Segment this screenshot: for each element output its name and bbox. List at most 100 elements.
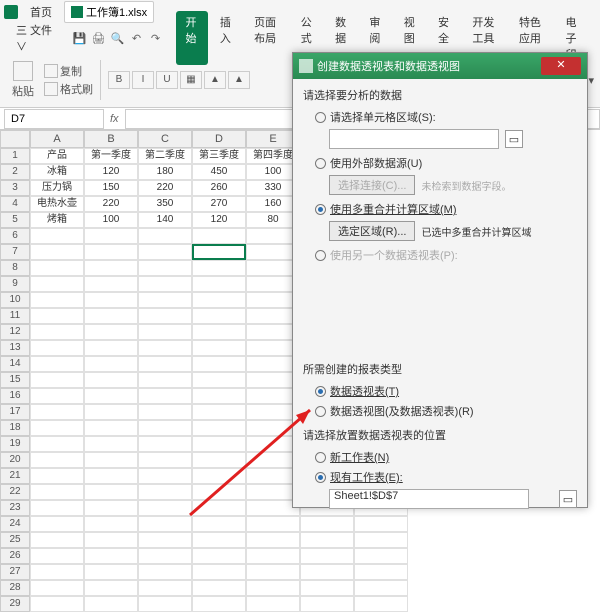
cell[interactable] bbox=[138, 228, 192, 244]
cell[interactable] bbox=[138, 404, 192, 420]
cell[interactable] bbox=[138, 436, 192, 452]
cell[interactable]: 压力锅 bbox=[30, 180, 84, 196]
tab-insert[interactable]: 插入 bbox=[210, 11, 242, 65]
dialog-titlebar[interactable]: 创建数据透视表和数据透视图 ✕ bbox=[293, 53, 587, 79]
cell[interactable] bbox=[138, 564, 192, 580]
underline-button[interactable]: U bbox=[156, 71, 178, 89]
cell[interactable] bbox=[30, 276, 84, 292]
cell[interactable]: 120 bbox=[192, 212, 246, 228]
cell[interactable] bbox=[84, 244, 138, 260]
location-input[interactable]: Sheet1!$D$7 bbox=[329, 489, 529, 509]
opt-external[interactable]: 使用外部数据源(U) bbox=[315, 155, 577, 171]
cell[interactable]: 烤箱 bbox=[30, 212, 84, 228]
row-header[interactable]: 11 bbox=[0, 308, 30, 324]
cell[interactable] bbox=[246, 580, 300, 596]
cell[interactable] bbox=[192, 276, 246, 292]
cell[interactable] bbox=[30, 308, 84, 324]
cell[interactable] bbox=[138, 484, 192, 500]
row-header[interactable]: 24 bbox=[0, 516, 30, 532]
cell[interactable] bbox=[30, 356, 84, 372]
cell[interactable] bbox=[354, 596, 408, 612]
cell[interactable] bbox=[30, 532, 84, 548]
bold-button[interactable]: B bbox=[108, 71, 130, 89]
cell[interactable] bbox=[192, 548, 246, 564]
row-header[interactable]: 3 bbox=[0, 180, 30, 196]
row-header[interactable]: 16 bbox=[0, 388, 30, 404]
cell[interactable]: 260 bbox=[192, 180, 246, 196]
cell[interactable] bbox=[138, 580, 192, 596]
cell[interactable] bbox=[192, 356, 246, 372]
name-box[interactable]: D7 bbox=[4, 109, 104, 129]
cell[interactable] bbox=[84, 292, 138, 308]
cell[interactable]: 220 bbox=[84, 196, 138, 212]
opt-multi[interactable]: 使用多重合并计算区域(M) bbox=[315, 201, 577, 217]
select-area-button[interactable]: 选定区域(R)... bbox=[329, 221, 415, 241]
fx-icon[interactable]: fx bbox=[110, 113, 119, 125]
range-picker-icon[interactable]: ▭ bbox=[505, 130, 523, 148]
cell[interactable] bbox=[246, 548, 300, 564]
cell[interactable] bbox=[84, 516, 138, 532]
cell[interactable]: 150 bbox=[84, 180, 138, 196]
cell[interactable] bbox=[192, 532, 246, 548]
cell[interactable] bbox=[138, 292, 192, 308]
cell[interactable] bbox=[246, 516, 300, 532]
cell[interactable] bbox=[84, 356, 138, 372]
cell[interactable] bbox=[84, 420, 138, 436]
cell[interactable] bbox=[30, 292, 84, 308]
cell[interactable] bbox=[84, 468, 138, 484]
row-header[interactable]: 20 bbox=[0, 452, 30, 468]
redo-icon[interactable]: ↷ bbox=[148, 30, 164, 46]
cell[interactable] bbox=[30, 244, 84, 260]
copy-button[interactable]: 复制 bbox=[44, 63, 93, 79]
cell[interactable] bbox=[138, 420, 192, 436]
row-header[interactable]: 27 bbox=[0, 564, 30, 580]
print-icon[interactable]: 🖨 bbox=[91, 30, 107, 46]
cell[interactable] bbox=[354, 532, 408, 548]
cell[interactable] bbox=[300, 532, 354, 548]
cell[interactable] bbox=[30, 436, 84, 452]
cell[interactable] bbox=[192, 260, 246, 276]
cell[interactable] bbox=[30, 580, 84, 596]
paste-button[interactable]: 粘贴 bbox=[6, 59, 40, 101]
cell[interactable] bbox=[138, 340, 192, 356]
row-header[interactable]: 10 bbox=[0, 292, 30, 308]
file-menu[interactable]: 三 文件 ∨ bbox=[6, 19, 64, 57]
cell[interactable] bbox=[300, 564, 354, 580]
row-header[interactable]: 26 bbox=[0, 548, 30, 564]
cell[interactable] bbox=[192, 500, 246, 516]
cell[interactable] bbox=[84, 532, 138, 548]
preview-icon[interactable]: 🔍 bbox=[110, 30, 126, 46]
cell[interactable] bbox=[84, 404, 138, 420]
row-header[interactable]: 23 bbox=[0, 500, 30, 516]
cell[interactable] bbox=[192, 468, 246, 484]
cell[interactable] bbox=[192, 420, 246, 436]
cell[interactable] bbox=[84, 308, 138, 324]
row-header[interactable]: 1 bbox=[0, 148, 30, 164]
cell[interactable]: 140 bbox=[138, 212, 192, 228]
cell[interactable] bbox=[192, 228, 246, 244]
cell[interactable] bbox=[84, 436, 138, 452]
cell[interactable] bbox=[84, 596, 138, 612]
cell[interactable] bbox=[30, 468, 84, 484]
close-button[interactable]: ✕ bbox=[541, 57, 581, 75]
range-input[interactable] bbox=[329, 129, 499, 149]
cell[interactable] bbox=[84, 324, 138, 340]
cell[interactable] bbox=[30, 420, 84, 436]
cell[interactable] bbox=[192, 564, 246, 580]
cell[interactable] bbox=[192, 484, 246, 500]
cell[interactable] bbox=[84, 388, 138, 404]
cell[interactable] bbox=[192, 372, 246, 388]
cell[interactable] bbox=[192, 292, 246, 308]
col-header[interactable]: C bbox=[138, 130, 192, 148]
cell[interactable] bbox=[192, 452, 246, 468]
col-header[interactable]: B bbox=[84, 130, 138, 148]
cell[interactable] bbox=[30, 388, 84, 404]
cell[interactable] bbox=[138, 244, 192, 260]
cell[interactable] bbox=[84, 484, 138, 500]
cell[interactable] bbox=[84, 260, 138, 276]
italic-button[interactable]: I bbox=[132, 71, 154, 89]
cell[interactable] bbox=[354, 564, 408, 580]
cell[interactable] bbox=[84, 228, 138, 244]
row-header[interactable]: 14 bbox=[0, 356, 30, 372]
cell[interactable] bbox=[138, 308, 192, 324]
